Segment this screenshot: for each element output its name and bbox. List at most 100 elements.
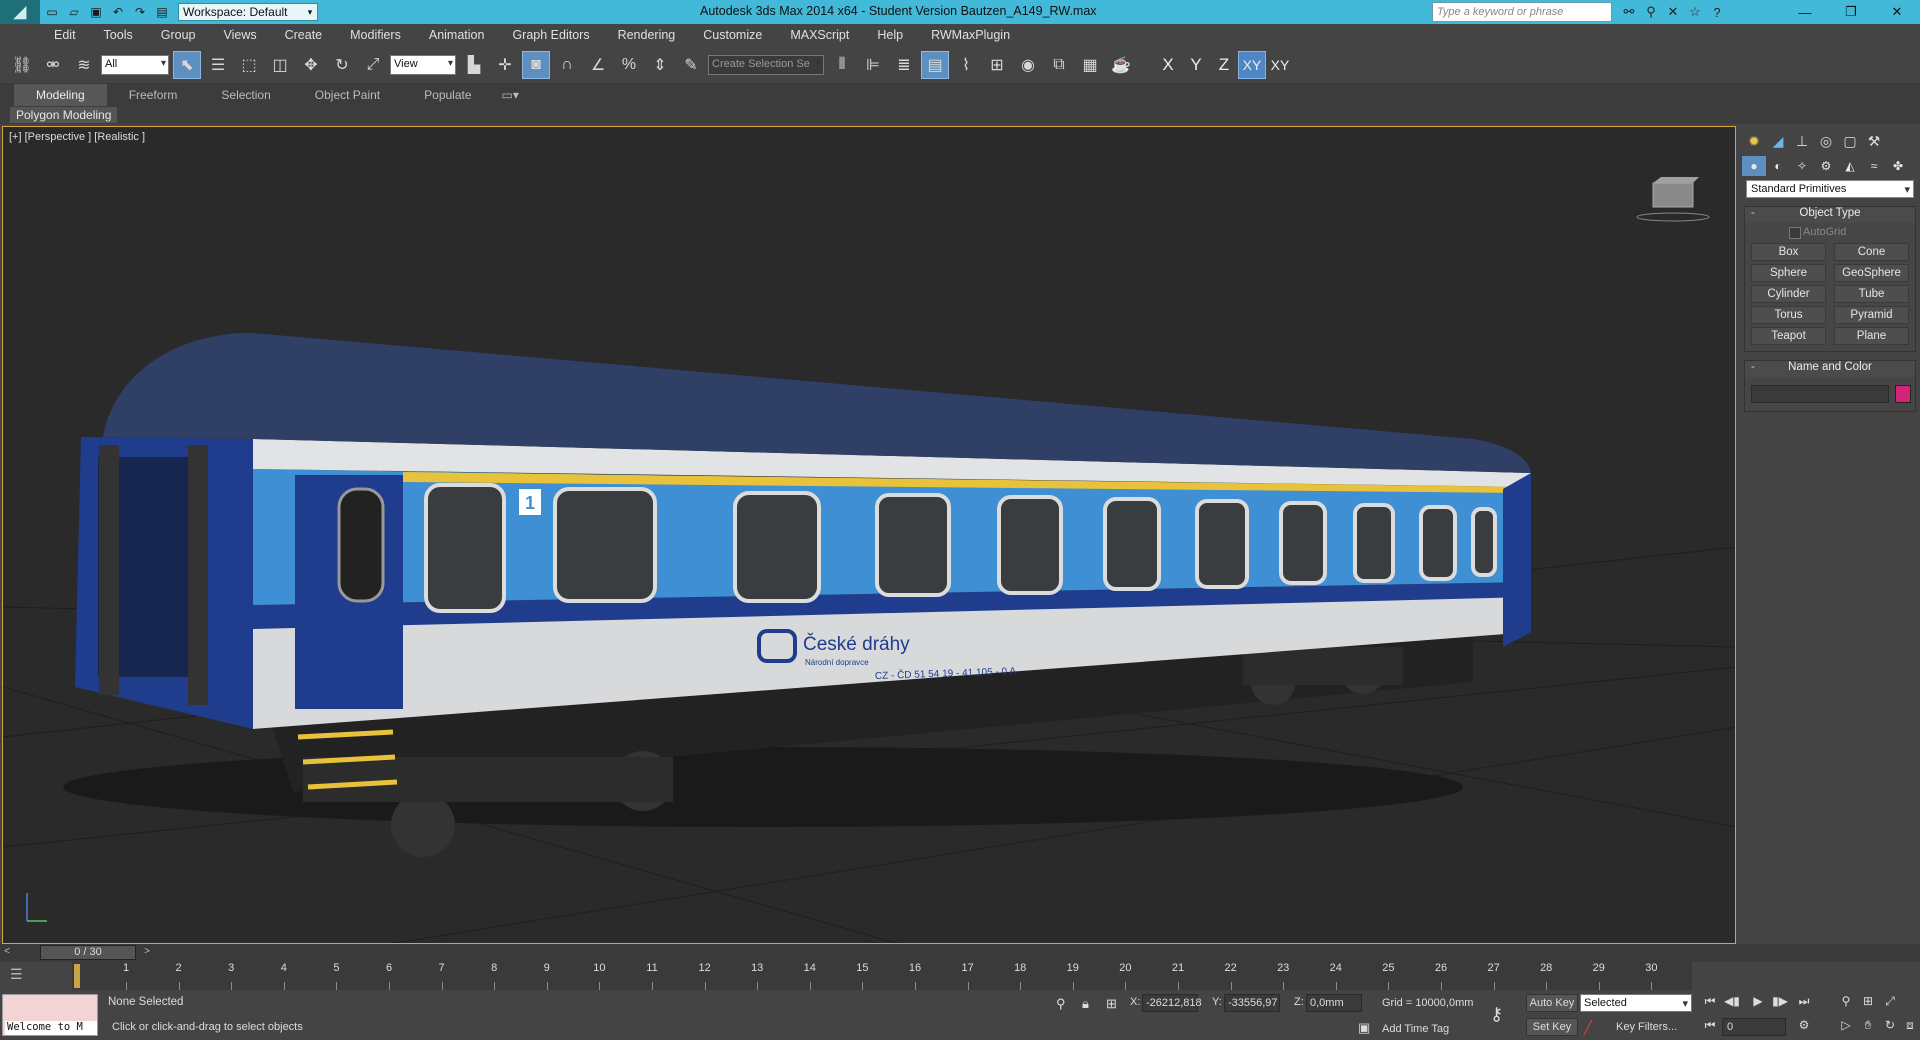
key-icon[interactable]: ╱ (1584, 1020, 1592, 1036)
rectangular-selection-icon[interactable]: ⬚ (235, 51, 263, 79)
menu-customize[interactable]: Customize (689, 24, 776, 46)
current-frame-field[interactable]: 0 (1722, 1018, 1786, 1036)
z-coord-field[interactable]: 0,0mm (1306, 994, 1362, 1012)
graphite-ribbon-icon[interactable]: ▤ (921, 50, 949, 79)
time-slider-prev-icon[interactable]: < (0, 946, 14, 960)
systems-icon[interactable]: ✤ (1886, 156, 1910, 176)
menu-graph-editors[interactable]: Graph Editors (498, 24, 603, 46)
box-button[interactable]: Box (1751, 243, 1826, 261)
app-logo-icon[interactable]: ◢ (0, 0, 40, 24)
tab-object-paint[interactable]: Object Paint (293, 84, 402, 106)
menu-animation[interactable]: Animation (415, 24, 499, 46)
project-folder-icon[interactable]: ▤ (152, 2, 172, 22)
layer-manager-icon[interactable]: ≣ (890, 51, 918, 79)
frame-ruler[interactable]: 1 2 3 4 5 6 7 8 9 10 11 12 13 14 15 16 17 18 19 20 21 22 23 24 2… (72, 962, 1692, 990)
absolute-mode-icon[interactable]: ⊞ (1106, 996, 1117, 1012)
pan-icon[interactable]: ✋︎ (1858, 1018, 1878, 1036)
rendered-frame-window-icon[interactable]: ▦ (1076, 51, 1104, 79)
lights-icon[interactable]: ✧ (1790, 156, 1814, 176)
viewport-label[interactable]: [+] [Perspective ] [Realistic ] (9, 131, 145, 143)
render-setup-icon[interactable]: ⧉ (1045, 51, 1073, 79)
primitive-category-select[interactable]: Standard Primitives (1746, 180, 1914, 198)
render-production-icon[interactable]: ☕ (1107, 51, 1135, 79)
new-file-icon[interactable]: ▭ (42, 2, 62, 22)
schematic-view-icon[interactable]: ⊞ (983, 51, 1011, 79)
bind-space-warp-icon[interactable]: ≋ (70, 51, 98, 79)
cone-button[interactable]: Cone (1834, 243, 1909, 261)
selection-filter-select[interactable]: All (101, 54, 169, 75)
material-editor-icon[interactable]: ◉ (1014, 51, 1042, 79)
open-file-icon[interactable]: ▱ (64, 2, 84, 22)
curve-editor-icon[interactable]: ⌇ (952, 51, 980, 79)
window-crossing-icon[interactable]: ◫ (266, 51, 294, 79)
x-coord-field[interactable]: -26212,818 (1142, 994, 1202, 1012)
key-mode-toggle-icon[interactable]: ⏮ (1700, 1018, 1720, 1036)
workspace-dropdown[interactable]: Workspace: Default ▾ (178, 3, 318, 21)
percent-snap-icon[interactable]: % (615, 51, 643, 79)
save-icon[interactable]: ▣ (86, 2, 106, 22)
unlink-icon[interactable]: ⚮ (39, 51, 67, 79)
torus-button[interactable]: Torus (1751, 306, 1826, 324)
axis-xy-cycle-button[interactable]: XY (1266, 51, 1294, 79)
redo-icon[interactable]: ↷ (130, 2, 150, 22)
axis-y-button[interactable]: Y (1182, 51, 1210, 79)
angle-snap-icon[interactable]: ∠ (584, 51, 612, 79)
time-tag-icon[interactable]: ▣ (1358, 1020, 1370, 1036)
perspective-viewport[interactable]: 1 České dráhy Národní dopravce CZ - ČD 5… (2, 126, 1736, 944)
sphere-button[interactable]: Sphere (1751, 264, 1826, 282)
menu-help[interactable]: Help (863, 24, 917, 46)
field-of-view-icon[interactable]: ▷ (1836, 1018, 1856, 1036)
rotate-icon[interactable]: ↻ (328, 51, 356, 79)
menu-edit[interactable]: Edit (40, 24, 90, 46)
binoculars-icon[interactable]: ⚯ (1618, 2, 1640, 22)
minimize-icon[interactable]: — (1782, 0, 1828, 24)
menu-create[interactable]: Create (271, 24, 337, 46)
utilities-tab-icon[interactable]: ⚒ (1862, 130, 1886, 152)
object-name-field[interactable] (1751, 385, 1889, 403)
set-key-mode-icon[interactable]: ⚷ (1490, 1004, 1503, 1025)
zoom-all-icon[interactable]: ⊞ (1858, 994, 1878, 1012)
align-icon[interactable]: ⊫ (859, 51, 887, 79)
key-filters-button[interactable]: Key Filters... (1616, 1018, 1696, 1036)
viewcube-icon[interactable] (1635, 165, 1715, 225)
time-slider-next-icon[interactable]: > (140, 946, 154, 960)
train-car-model[interactable]: 1 České dráhy Národní dopravce CZ - ČD 5… (3, 127, 1736, 944)
time-configuration-icon[interactable]: ⚙ (1794, 1018, 1814, 1036)
snaps-toggle-icon[interactable]: ∩ (553, 51, 581, 79)
tab-modeling[interactable]: Modeling (14, 84, 107, 106)
create-tab-icon[interactable]: ✹ (1742, 130, 1766, 152)
isolate-selection-icon[interactable]: ⚲ (1056, 996, 1066, 1012)
autogrid-checkbox[interactable]: AutoGrid (1745, 223, 1915, 241)
named-selection-input[interactable]: Create Selection Se (708, 54, 824, 75)
tube-button[interactable]: Tube (1834, 285, 1909, 303)
pyramid-button[interactable]: Pyramid (1834, 306, 1909, 324)
polygon-modeling-panel[interactable]: Polygon Modeling (10, 107, 118, 123)
tab-selection[interactable]: Selection (199, 84, 292, 106)
communication-icon[interactable]: ✕ (1662, 2, 1684, 22)
axis-xy-button[interactable]: XY (1238, 50, 1266, 79)
menu-modifiers[interactable]: Modifiers (336, 24, 415, 46)
go-to-start-icon[interactable]: ⏮ (1700, 994, 1720, 1012)
tab-freeform[interactable]: Freeform (107, 84, 200, 106)
geometry-icon[interactable]: ● (1742, 156, 1766, 176)
hierarchy-tab-icon[interactable]: ⊥ (1790, 130, 1814, 152)
geosphere-button[interactable]: GeoSphere (1834, 264, 1909, 282)
maximize-icon[interactable]: ❐ (1828, 0, 1874, 24)
help-icon[interactable]: ? (1706, 2, 1728, 22)
ribbon-options-icon[interactable]: ▭▾ (494, 84, 527, 106)
motion-tab-icon[interactable]: ◎ (1814, 130, 1838, 152)
menu-maxscript[interactable]: MAXScript (776, 24, 863, 46)
teapot-button[interactable]: Teapot (1751, 327, 1826, 345)
pivot-center-icon[interactable]: ▙ (460, 51, 488, 79)
select-and-link-icon[interactable]: ⛓ (8, 51, 36, 79)
close-icon[interactable]: ✕ (1874, 0, 1920, 24)
menu-views[interactable]: Views (209, 24, 270, 46)
maxscript-listener-mini[interactable]: Welcome to M (2, 994, 98, 1036)
space-warps-icon[interactable]: ≈ (1862, 156, 1886, 176)
object-color-swatch[interactable] (1895, 385, 1911, 403)
previous-frame-icon[interactable]: ◀▮ (1722, 994, 1742, 1012)
mirror-icon[interactable]: ⫴ (828, 51, 856, 79)
y-coord-field[interactable]: -33556,97 (1224, 994, 1280, 1012)
object-type-header[interactable]: Object Type (1745, 207, 1915, 223)
helpers-icon[interactable]: ◭ (1838, 156, 1862, 176)
